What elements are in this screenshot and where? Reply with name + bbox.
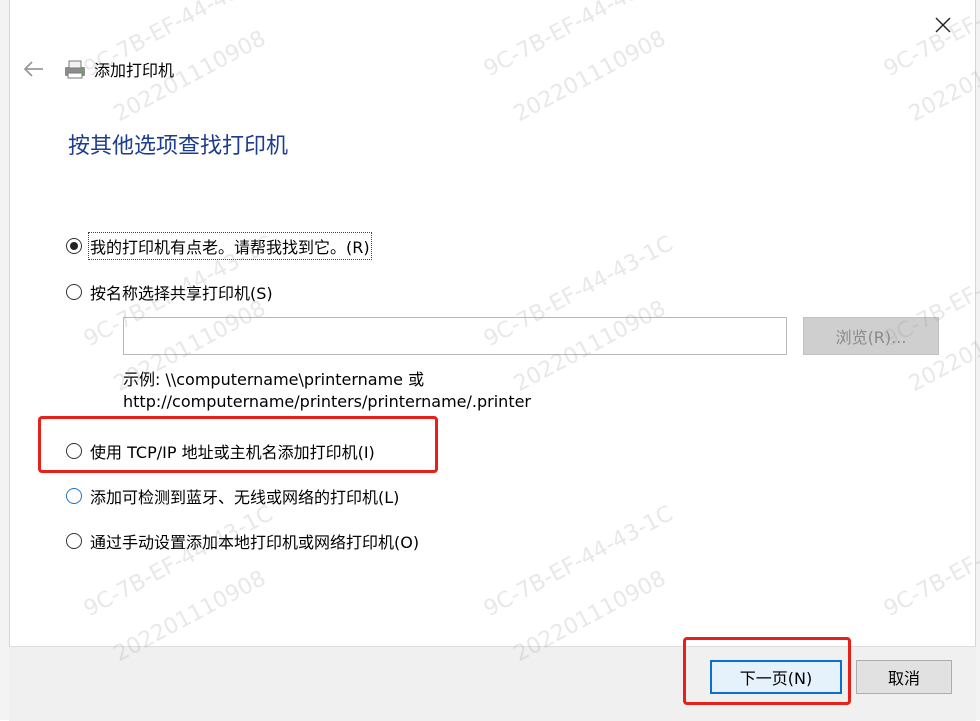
shared-printer-name-input[interactable] [123,317,787,355]
left-window-edge [0,0,10,720]
option-old-printer[interactable]: 我的打印机有点老。请帮我找到它。(R) [66,232,372,260]
option-old-printer-label: 我的打印机有点老。请帮我找到它。(R) [88,232,372,260]
option-manual-local[interactable]: 通过手动设置添加本地打印机或网络打印机(O) [66,529,419,553]
example-line-1: 示例: \\computername\printername 或 [123,370,425,389]
printer-icon [65,60,85,79]
cancel-button[interactable]: 取消 [856,660,952,694]
option-shared-by-name[interactable]: 按名称选择共享打印机(S) [66,280,273,304]
watermark-text: 202201110908 [510,26,671,128]
window-title: 添加打印机 [94,61,175,80]
watermark-text: 9C-7B-EF-44-43-1C [880,501,980,623]
option-tcpip[interactable]: 使用 TCP/IP 地址或主机名添加打印机(I) [66,439,375,463]
watermark-text: 9C-7B-EF-44-43-1C [80,501,278,623]
close-icon [935,17,951,33]
radio-manual-local[interactable] [66,533,82,549]
watermark-text: 9C-7B-EF-44-43-1C [480,501,678,623]
option-wireless-bluetooth-label: 添加可检测到蓝牙、无线或网络的打印机(L) [90,488,400,507]
radio-shared-by-name[interactable] [66,284,82,300]
next-button[interactable]: 下一页(N) [710,660,842,694]
browse-button[interactable]: 浏览(R)... [803,317,939,355]
example-text: 示例: \\computername\printername 或 http://… [123,369,531,413]
page-heading: 按其他选项查找打印机 [68,134,289,159]
radio-wireless-bluetooth[interactable] [66,488,82,504]
watermark-text: 202201110908 [905,26,980,128]
option-wireless-bluetooth[interactable]: 添加可检测到蓝牙、无线或网络的打印机(L) [66,484,399,508]
option-shared-by-name-label: 按名称选择共享打印机(S) [90,284,273,303]
radio-old-printer[interactable] [66,238,82,254]
right-window-edge [975,0,980,720]
option-tcpip-label: 使用 TCP/IP 地址或主机名添加打印机(I) [90,443,375,462]
radio-tcpip[interactable] [66,443,82,459]
option-manual-local-label: 通过手动设置添加本地打印机或网络打印机(O) [90,533,420,552]
back-arrow-icon[interactable] [20,55,48,83]
example-line-2: http://computername/printers/printername… [123,392,532,411]
window-header: 添加打印机 [20,52,174,86]
close-button[interactable] [928,10,958,40]
watermark-text: 9C-7B-EF-44-43-1C [480,0,678,83]
watermark: 9C-7B-EF-44-43-1C 202201110908 9C-7B-EF-… [0,0,980,720]
